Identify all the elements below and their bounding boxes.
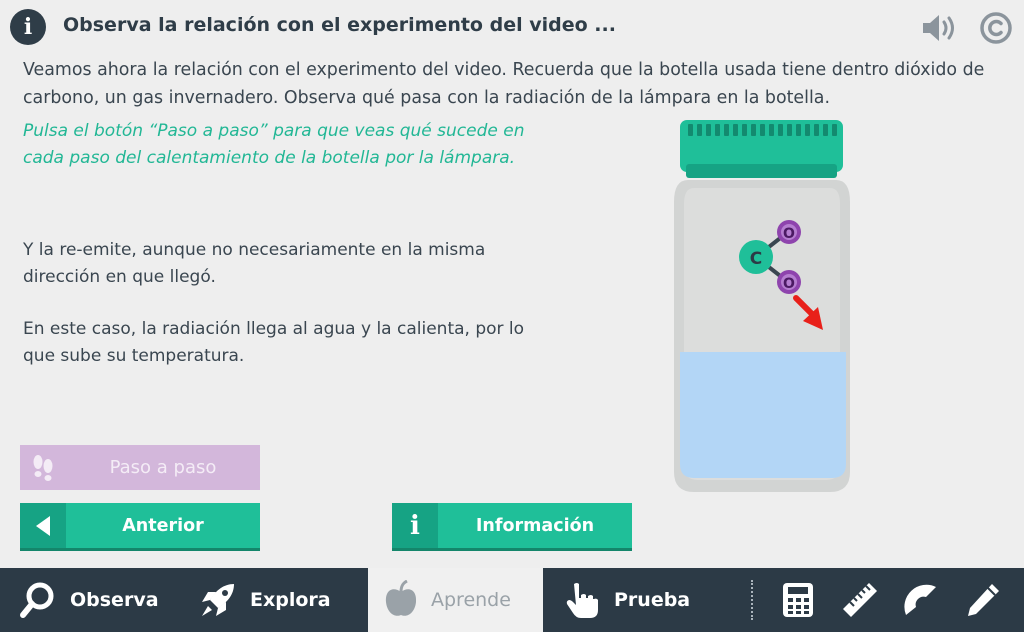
nav-aprende[interactable]: Aprende [368, 568, 543, 632]
footprints-icon [20, 445, 66, 490]
explanation-paragraph: Y la re-emite, aunque no necesariamente … [23, 240, 486, 287]
bottle-illustration: C O O [660, 116, 860, 500]
oxygen-label: O [783, 226, 795, 242]
apple-icon [383, 580, 419, 620]
hand-pointer-icon [562, 580, 602, 620]
carbon-label: C [750, 249, 762, 269]
nav-prueba[interactable]: Prueba [562, 568, 690, 632]
info-icon[interactable]: i [10, 9, 46, 45]
header: i Observa la relación con el experimento… [0, 0, 1024, 56]
search-icon [18, 580, 58, 620]
sound-icon[interactable] [920, 12, 958, 48]
nav-separator [751, 580, 753, 620]
nav-label: Explora [250, 589, 331, 611]
information-button[interactable]: i Información [392, 503, 632, 548]
intro-text: Veamos ahora la relación con el experime… [23, 60, 985, 108]
pencil-icon[interactable] [963, 580, 1003, 620]
nav-label: Aprende [431, 589, 511, 611]
information-label: Información [475, 515, 595, 536]
previous-button[interactable]: Anterior [20, 503, 260, 548]
ruler-icon[interactable] [840, 580, 880, 620]
calculator-icon[interactable] [778, 580, 818, 620]
explanation-paragraph: En este caso, la radiación llega al agua… [23, 319, 525, 366]
previous-label: Anterior [122, 515, 204, 536]
water [680, 352, 846, 478]
copyright-icon[interactable] [979, 11, 1013, 49]
nav-label: Prueba [614, 589, 691, 611]
bottom-navbar: Observa Explora Aprende Prueba [0, 568, 1024, 632]
page-title: Observa la relación con el experimento d… [63, 14, 616, 36]
arrow-left-icon [20, 503, 66, 548]
step-by-step-button[interactable]: Paso a paso [20, 445, 260, 490]
oxygen-label: O [783, 276, 795, 292]
nav-explora[interactable]: Explora [198, 568, 331, 632]
nav-label: Observa [70, 589, 159, 611]
protractor-icon[interactable] [901, 580, 941, 620]
info-icon: i [392, 503, 438, 548]
nav-observa[interactable]: Observa [18, 568, 159, 632]
cap-ridges [688, 124, 837, 136]
instruction-hint: Pulsa el botón “Paso a paso” para que ve… [23, 121, 525, 168]
step-by-step-label: Paso a paso [109, 457, 217, 478]
rocket-icon [198, 580, 238, 620]
